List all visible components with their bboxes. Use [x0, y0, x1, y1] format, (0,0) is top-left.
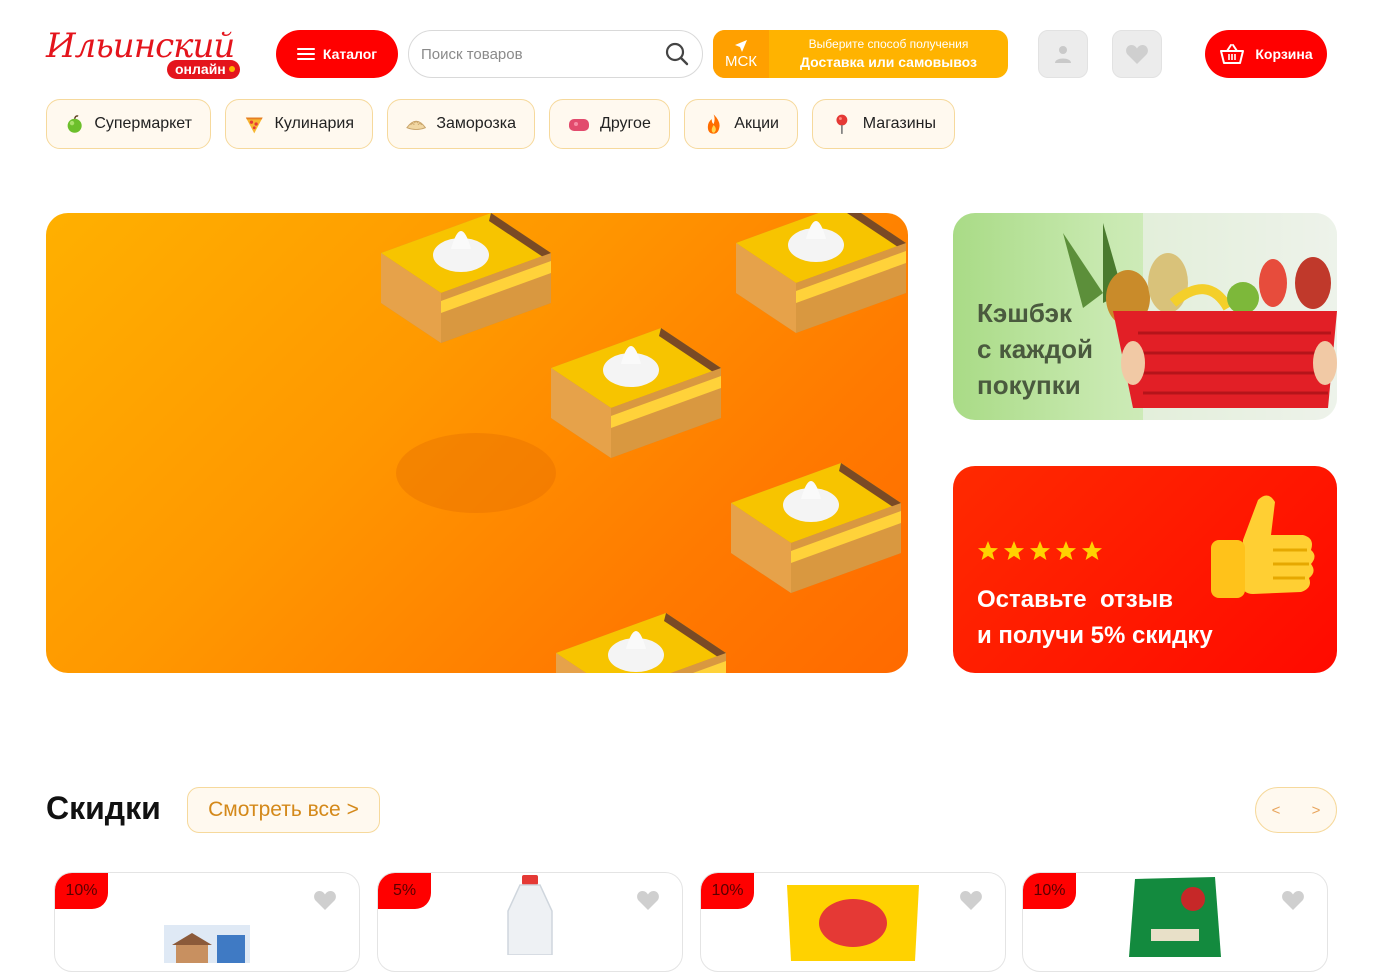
cashback-line-3: покупки [977, 370, 1081, 400]
user-icon [1055, 46, 1071, 63]
lays-chips-image [787, 885, 919, 961]
category-label: Заморозка [436, 115, 516, 132]
category-label: Супермаркет [94, 115, 192, 132]
menu-icon [296, 48, 315, 60]
product-card[interactable]: 10% [700, 872, 1006, 972]
favorites-button[interactable] [1112, 30, 1162, 78]
pizza-icon [245, 117, 263, 134]
discount-badge: 10% [1023, 873, 1076, 909]
category-label: Магазины [862, 115, 936, 132]
heart-icon [1126, 45, 1148, 64]
carousel-prev-button[interactable]: < [1266, 802, 1287, 819]
heart-icon[interactable] [313, 889, 337, 911]
site-logo[interactable]: Ильинский онлайн [46, 24, 246, 82]
review-line-1: Оставьте отзыв [977, 586, 1173, 613]
cashback-line-2: с каждой [977, 334, 1093, 364]
delivery-selector[interactable]: МСК Выберите способ получения Доставка и… [713, 30, 1008, 78]
category-other[interactable]: Другое [549, 99, 670, 149]
category-promotions[interactable]: Акции [684, 99, 798, 149]
delivery-hint: Выберите способ получения [808, 37, 969, 51]
category-frozen[interactable]: Заморозка [387, 99, 535, 149]
review-line-2: и получи 5% скидку [977, 622, 1213, 649]
search-icon[interactable] [664, 41, 690, 67]
see-all-button[interactable]: Смотреть все > [187, 787, 380, 833]
heart-icon[interactable] [1281, 889, 1305, 911]
location-arrow-icon [735, 39, 747, 52]
star-icon [1056, 541, 1076, 560]
star-icon [1004, 541, 1024, 560]
cart-label: Корзина [1255, 46, 1313, 62]
city-selector[interactable]: МСК [713, 30, 769, 78]
city-label: МСК [724, 52, 758, 70]
thumbs-up-icon [1211, 495, 1315, 598]
star-icon [1082, 541, 1102, 560]
catalog-label: Каталог [322, 46, 378, 62]
dumpling-icon [406, 120, 427, 131]
star-icon [978, 541, 998, 560]
profile-button[interactable] [1038, 30, 1088, 78]
rating-stars [977, 540, 1103, 562]
logo-subtitle: онлайн [167, 60, 240, 79]
milk-carton-image [164, 925, 250, 963]
product-card[interactable]: 10% [54, 872, 360, 972]
basket-icon [1220, 44, 1245, 64]
search-box [408, 30, 703, 78]
water-bottle-image [507, 875, 553, 955]
pin-icon [836, 114, 848, 134]
carousel-next-button[interactable]: > [1306, 802, 1327, 819]
product-card[interactable]: 5% [377, 872, 683, 972]
discount-badge: 5% [378, 873, 431, 909]
promo-banner-review[interactable]: Оставьте отзыв и получи 5% скидку [953, 466, 1337, 673]
category-label: Кулинария [274, 115, 354, 132]
category-stores[interactable]: Магазины [812, 99, 955, 149]
catalog-button[interactable]: Каталог [276, 30, 398, 78]
section-title: Скидки [46, 790, 161, 826]
heart-icon[interactable] [636, 889, 660, 911]
cashback-line-1: Кэшбэк [977, 298, 1072, 328]
category-label: Другое [600, 115, 651, 132]
heart-icon[interactable] [959, 889, 983, 911]
product-card[interactable]: 10% [1022, 872, 1328, 972]
category-label: Акции [734, 115, 779, 132]
apple-icon [67, 115, 82, 133]
soap-icon [569, 119, 589, 131]
promo-banner-cashback[interactable]: Кэшбэк с каждой покупки [953, 213, 1337, 420]
category-culinary[interactable]: Кулинария [225, 99, 373, 149]
cart-button[interactable]: Корзина [1205, 30, 1327, 78]
search-input[interactable] [421, 45, 664, 63]
pie-slices-image [381, 213, 906, 673]
star-icon [1030, 541, 1050, 560]
category-supermarket[interactable]: Супермаркет [46, 99, 211, 149]
discount-badge: 10% [701, 873, 754, 909]
carousel-pager: < > [1255, 787, 1337, 833]
fire-icon [707, 114, 720, 134]
promo-banner-main[interactable] [46, 213, 908, 673]
tea-pack-image [1129, 877, 1221, 957]
discount-badge: 10% [55, 873, 108, 909]
delivery-method: Доставка или самовывоз [799, 54, 977, 70]
